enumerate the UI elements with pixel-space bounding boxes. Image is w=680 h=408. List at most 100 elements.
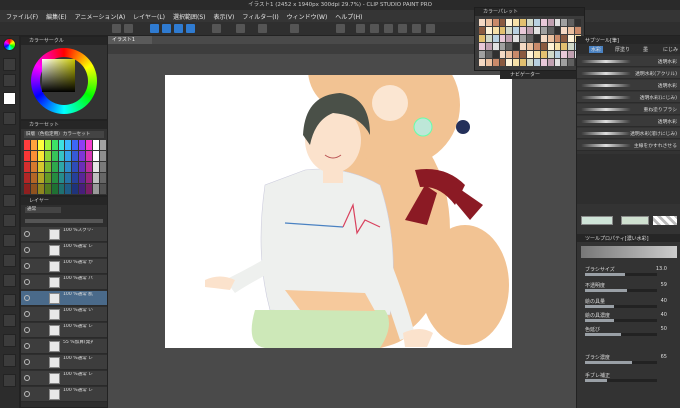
menu-selection[interactable]: 選択範囲(S) (173, 12, 206, 21)
layer-opacity-slider[interactable] (25, 219, 103, 223)
ruler-icon[interactable] (336, 24, 345, 33)
palette-swatch[interactable] (513, 59, 520, 66)
snap-ruler-icon[interactable] (370, 24, 379, 33)
pen-tool-icon[interactable] (3, 154, 16, 167)
color-set-swatches[interactable] (24, 140, 106, 194)
palette-swatch[interactable] (506, 59, 513, 66)
main-color-bar[interactable] (581, 216, 613, 225)
color-swatch[interactable] (37, 140, 44, 150)
select-tool-icon[interactable] (3, 112, 16, 125)
document-tab[interactable]: イラスト1 (108, 36, 152, 44)
palette-swatch[interactable] (568, 51, 575, 58)
menu-file[interactable]: ファイル(F) (6, 12, 38, 21)
palette-swatch[interactable] (540, 59, 547, 66)
layer-name[interactable]: 100 %通常 パーカー (63, 276, 93, 282)
new-icon[interactable] (112, 24, 121, 33)
color-swatch[interactable] (86, 140, 93, 150)
color-swatch[interactable] (30, 151, 37, 161)
blend-tool-icon[interactable] (3, 254, 16, 267)
clear-icon[interactable] (186, 24, 195, 33)
palette-swatch[interactable] (533, 27, 540, 34)
color-swatch[interactable] (65, 140, 72, 150)
airbrush-tool-icon[interactable] (3, 214, 16, 227)
layer-name[interactable]: 100 %通常 レイヤー 7 (63, 372, 93, 378)
eraser-tool-icon[interactable] (3, 234, 16, 247)
palette-swatch[interactable] (554, 27, 561, 34)
palette-swatch[interactable] (527, 59, 533, 66)
property-slider[interactable] (585, 333, 657, 336)
color-swatch[interactable] (51, 184, 58, 194)
palette-swatch[interactable] (561, 35, 568, 42)
pencil-tool-icon[interactable] (3, 174, 16, 187)
palette-swatch[interactable] (479, 43, 485, 50)
property-slider[interactable] (585, 305, 657, 308)
palette-swatch[interactable] (568, 43, 575, 50)
palette-swatch[interactable] (492, 27, 499, 34)
color-swatch[interactable] (100, 140, 106, 150)
brush-item[interactable]: 透明水彩 (658, 82, 677, 89)
menu-edit[interactable]: 編集(E) (46, 12, 66, 21)
palette-swatch[interactable] (513, 35, 520, 42)
color-swatch[interactable] (44, 140, 51, 150)
visibility-eye-icon[interactable] (24, 327, 30, 333)
visibility-eye-icon[interactable] (24, 375, 30, 381)
palette-swatch[interactable] (513, 51, 520, 58)
color-swatch[interactable] (51, 151, 58, 161)
palette-swatch[interactable] (492, 43, 499, 50)
tab-thick-paint[interactable]: 厚塗り (615, 46, 630, 53)
color-swatch[interactable] (86, 151, 93, 161)
figure-tool-icon[interactable] (3, 314, 16, 327)
color-swatch[interactable] (72, 140, 79, 150)
property-slider[interactable] (585, 379, 657, 382)
saturation-value-square[interactable] (42, 59, 75, 92)
palette-swatch[interactable] (547, 19, 554, 26)
tool-icon-grid[interactable] (577, 154, 680, 204)
snap-grid-icon[interactable] (398, 24, 407, 33)
palette-swatch[interactable] (527, 43, 533, 50)
layer-name[interactable]: 100 %通常 かみのけ (63, 260, 93, 266)
layer-name[interactable]: 100 %通常 肌 (63, 292, 93, 298)
color-swatch[interactable] (65, 173, 72, 183)
fill-tool-icon[interactable] (3, 274, 16, 287)
palette-swatch[interactable] (547, 43, 554, 50)
palette-swatch[interactable] (479, 19, 485, 26)
color-swatch[interactable] (44, 151, 51, 161)
layer-name[interactable]: 100 %通常 レイヤー 11 (63, 244, 93, 250)
blend-mode-select[interactable]: 通常 (25, 207, 61, 213)
palette-swatch[interactable] (533, 35, 540, 42)
palette-swatch[interactable] (485, 35, 492, 42)
color-swatch[interactable] (79, 151, 86, 161)
palette-swatch[interactable] (561, 59, 568, 66)
brush-item[interactable]: 透明水彩(アクリル) (635, 70, 677, 77)
layer-name[interactable]: 100 %通常 いれかしん (63, 308, 93, 314)
brush-item[interactable]: 重ね塗りブラシ (644, 106, 677, 113)
color-swatch[interactable] (72, 151, 79, 161)
visibility-eye-icon[interactable] (24, 359, 30, 365)
palette-swatch[interactable] (527, 35, 533, 42)
palette-swatch[interactable] (527, 51, 533, 58)
color-swatch[interactable] (37, 173, 44, 183)
snap-icon[interactable] (290, 24, 299, 33)
palette-swatch[interactable] (547, 51, 554, 58)
palette-swatch[interactable] (492, 35, 499, 42)
palette-swatch[interactable] (554, 43, 561, 50)
palette-swatch[interactable] (561, 51, 568, 58)
navigator-tab[interactable]: ナビゲーター (500, 71, 576, 79)
color-set-dropdown[interactable]: 旧版（色指定用）カラーセット (24, 131, 104, 138)
color-swatch[interactable] (37, 162, 44, 172)
tab-ink[interactable]: 墨 (643, 46, 648, 53)
palette-swatch[interactable] (568, 19, 575, 26)
palette-swatch[interactable] (561, 19, 568, 26)
palette-swatch[interactable] (568, 35, 575, 42)
color-stretch-row[interactable]: 色延び 50 (581, 326, 677, 338)
palette-swatch[interactable] (520, 19, 527, 26)
color-swatch[interactable] (24, 184, 30, 194)
redo-icon[interactable] (174, 24, 183, 33)
color-swatch[interactable] (30, 173, 37, 183)
palette-swatch[interactable] (499, 19, 506, 26)
snap-perspective-icon[interactable] (412, 24, 421, 33)
palette-swatch[interactable] (492, 19, 499, 26)
palette-swatch[interactable] (527, 27, 533, 34)
menu-animation[interactable]: アニメーション(A) (75, 12, 126, 21)
paint-density-row[interactable]: 絵の具濃度 40 (581, 312, 677, 324)
